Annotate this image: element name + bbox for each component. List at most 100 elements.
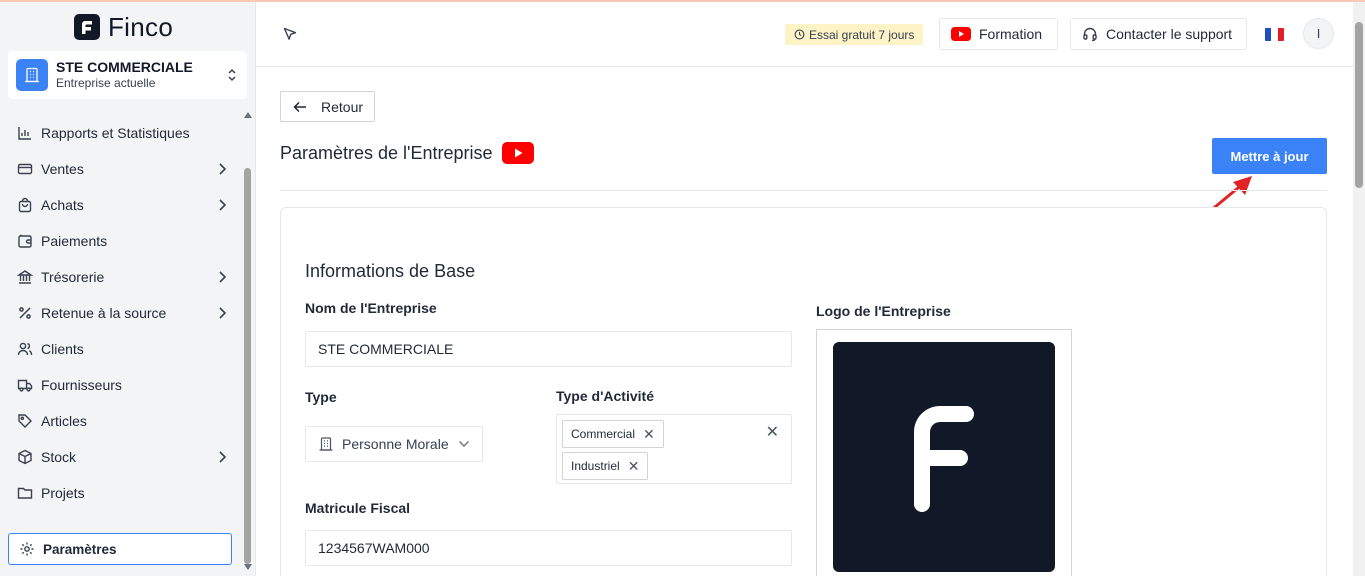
page-scrollbar[interactable] — [1353, 2, 1365, 576]
close-icon[interactable]: ✕ — [628, 459, 640, 473]
back-button[interactable]: Retour — [280, 91, 376, 122]
percent-icon — [16, 304, 34, 322]
bank-icon — [16, 268, 34, 286]
logo-label: Logo de l'Entreprise — [816, 303, 951, 319]
tag-icon — [16, 412, 34, 430]
chevron-up-down-icon[interactable] — [225, 65, 239, 85]
sidebar-item-rapports[interactable]: Rapports et Statistiques — [8, 115, 234, 151]
sidebar-item-retenue[interactable]: Retenue à la source — [8, 295, 234, 331]
tag-label: Commercial — [571, 427, 636, 441]
sidebar-nav: Rapports et Statistiques Ventes Achats P… — [8, 115, 234, 511]
clock-icon — [794, 29, 805, 40]
sidebar-item-label: Achats — [41, 197, 84, 213]
sidebar-item-label: Paramètres — [43, 541, 117, 557]
sidebar-item-label: Articles — [41, 413, 87, 429]
activity-tag-commercial: Commercial ✕ — [562, 420, 664, 448]
youtube-icon — [951, 27, 971, 41]
scroll-up-arrow-icon[interactable] — [244, 112, 252, 118]
tax-id-label: Matricule Fiscal — [305, 500, 411, 516]
sidebar-item-projets[interactable]: Projets — [8, 475, 234, 511]
sidebar-item-label: Projets — [41, 485, 85, 501]
cursor-pointer-icon[interactable] — [282, 26, 298, 47]
support-label: Contacter le support — [1106, 26, 1233, 42]
shopping-bag-icon — [16, 196, 34, 214]
support-button[interactable]: Contacter le support — [1070, 18, 1247, 50]
page-scroll-thumb[interactable] — [1355, 22, 1363, 188]
sidebar-item-articles[interactable]: Articles — [8, 403, 234, 439]
sidebar-item-achats[interactable]: Achats — [8, 187, 234, 223]
activity-label: Type d'Activité — [556, 388, 654, 404]
chevron-down-icon — [459, 441, 469, 447]
card-icon — [16, 160, 34, 178]
company-name-label: Nom de l'Entreprise — [305, 300, 437, 316]
box-icon — [16, 448, 34, 466]
brand-logo[interactable]: Finco — [74, 12, 173, 42]
sidebar-item-tresorerie[interactable]: Trésorerie — [8, 259, 234, 295]
headset-icon — [1083, 27, 1097, 42]
finco-logo-icon — [74, 14, 100, 40]
chevron-right-icon — [214, 161, 230, 177]
tax-id-input[interactable]: 1234567WAM000 — [305, 530, 792, 566]
sidebar-item-label: Paiements — [41, 233, 108, 249]
folder-icon — [16, 484, 34, 502]
company-logo-image — [833, 342, 1055, 572]
sidebar-item-fournisseurs[interactable]: Fournisseurs — [8, 367, 234, 403]
back-label: Retour — [321, 98, 364, 115]
building-icon — [16, 59, 48, 91]
main-content: Retour Paramètres de l'Entreprise Mettre… — [256, 67, 1353, 576]
title-divider — [280, 190, 1327, 191]
finco-logo-icon — [914, 406, 974, 512]
clear-all-icon[interactable]: ✕ — [766, 425, 779, 441]
user-avatar[interactable]: I — [1303, 18, 1334, 49]
brand-name: Finco — [108, 11, 174, 42]
close-icon[interactable]: ✕ — [643, 427, 655, 441]
truck-icon — [16, 376, 34, 394]
arrow-left-icon — [293, 101, 306, 112]
section-title: Informations de Base — [305, 261, 476, 281]
bar-chart-icon — [16, 124, 34, 142]
update-button[interactable]: Mettre à jour — [1212, 138, 1327, 174]
chevron-right-icon — [214, 449, 230, 465]
company-name: STE COMMERCIALE — [56, 59, 193, 75]
sidebar-item-parametres[interactable]: Paramètres — [8, 533, 232, 565]
sidebar-scroll-thumb[interactable] — [244, 168, 251, 564]
chevron-right-icon — [214, 269, 230, 285]
activity-tag-industriel: Industriel ✕ — [562, 452, 649, 480]
top-header: Essai gratuit 7 jours Formation Contacte… — [256, 2, 1353, 67]
sidebar-item-label: Retenue à la source — [41, 305, 167, 321]
sidebar-item-label: Fournisseurs — [41, 377, 122, 393]
type-label: Type — [305, 389, 337, 405]
sidebar-item-label: Trésorerie — [41, 269, 105, 285]
scroll-down-arrow-icon[interactable] — [244, 564, 252, 570]
sidebar: Finco STE COMMERCIALE Entreprise actuell… — [0, 2, 256, 576]
chevron-right-icon — [214, 305, 230, 321]
sidebar-item-label: Stock — [41, 449, 77, 465]
sidebar-item-label: Rapports et Statistiques — [41, 125, 190, 141]
sidebar-item-label: Ventes — [41, 161, 84, 177]
sidebar-item-ventes[interactable]: Ventes — [8, 151, 234, 187]
formation-label: Formation — [979, 26, 1043, 42]
logo-upload-area[interactable] — [816, 329, 1072, 576]
company-name-input[interactable]: STE COMMERCIALE — [305, 331, 792, 367]
formation-button[interactable]: Formation — [939, 18, 1058, 50]
sidebar-scrollbar[interactable] — [242, 110, 253, 572]
type-select[interactable]: Personne Morale — [305, 426, 483, 462]
activity-multiselect[interactable]: Commercial ✕ Industriel ✕ ✕ — [556, 414, 792, 484]
users-icon — [16, 340, 34, 358]
gear-icon — [18, 540, 36, 558]
trial-badge: Essai gratuit 7 jours — [785, 24, 924, 45]
trial-text: Essai gratuit 7 jours — [809, 27, 915, 42]
company-subtitle: Entreprise actuelle — [56, 76, 156, 90]
page-title: Paramètres de l'Entreprise — [280, 142, 493, 163]
wallet-icon — [16, 232, 34, 250]
sidebar-item-stock[interactable]: Stock — [8, 439, 234, 475]
sidebar-item-paiements[interactable]: Paiements — [8, 223, 234, 259]
sidebar-item-clients[interactable]: Clients — [8, 331, 234, 367]
company-switcher[interactable]: STE COMMERCIALE Entreprise actuelle — [8, 51, 247, 99]
chevron-right-icon — [214, 197, 230, 213]
type-value: Personne Morale — [342, 436, 449, 452]
youtube-icon[interactable] — [501, 142, 534, 164]
building-icon — [319, 437, 333, 451]
tag-label: Industriel — [571, 459, 620, 473]
french-flag-icon[interactable] — [1265, 28, 1284, 41]
